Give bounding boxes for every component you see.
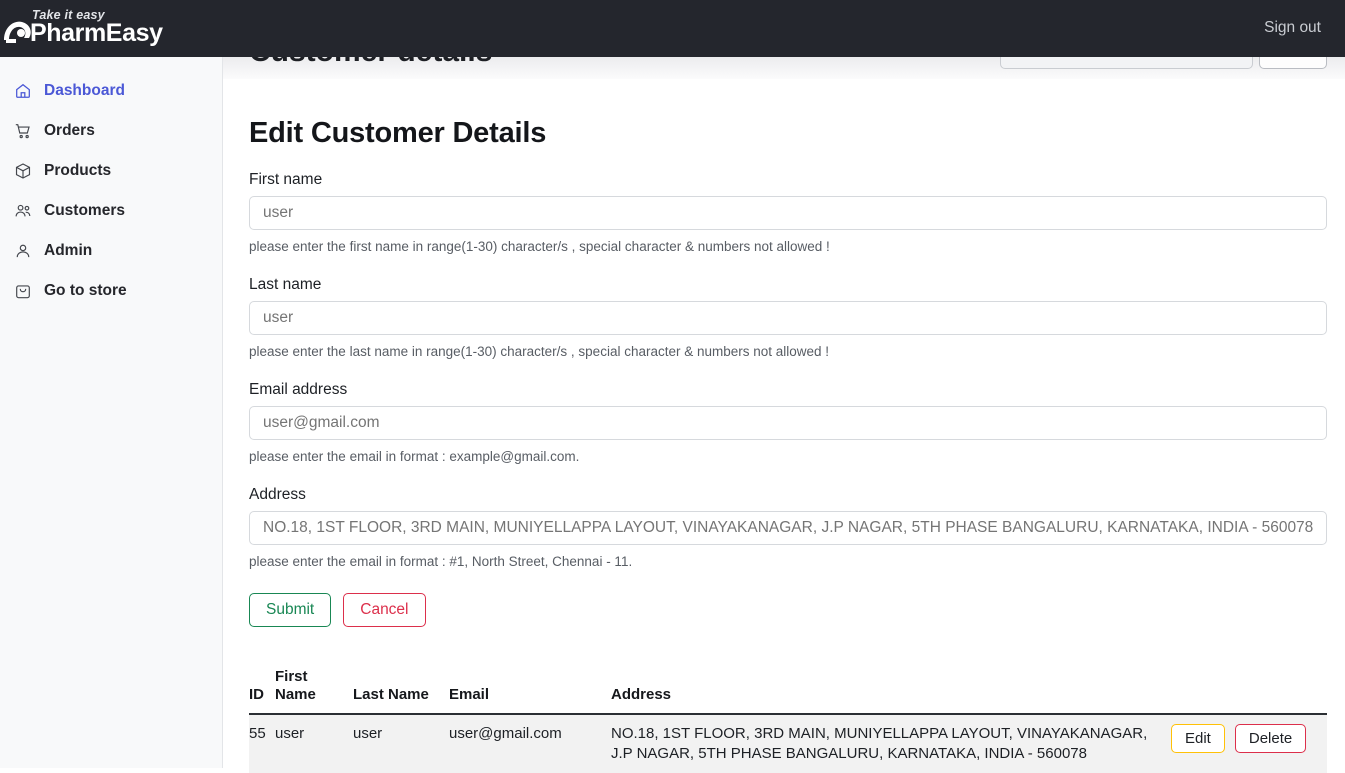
cell-actions: Edit Delete [1171, 713, 1327, 773]
form-title: Edit Customer Details [249, 117, 547, 149]
page-title: Customer details [249, 57, 492, 69]
field-label: Email address [249, 381, 348, 398]
field-address: Address please enter the email in format… [249, 486, 1327, 569]
column-header-last-name: Last Name [353, 668, 449, 715]
column-header-actions [1171, 668, 1327, 715]
cell-first-name: user [275, 713, 353, 773]
sidebar-item-customers[interactable]: Customers [0, 191, 222, 231]
sidebar-item-label: Dashboard [44, 82, 125, 99]
sidebar-item-go-to-store[interactable]: Go to store [0, 271, 222, 311]
column-header-email: Email [449, 668, 611, 715]
home-icon [16, 83, 30, 98]
sidebar-item-admin[interactable]: Admin [0, 231, 222, 271]
table-header-row: ID First Name Last Name Email Address [249, 668, 1327, 715]
field-label: Last name [249, 276, 322, 293]
field-last-name: Last name please enter the last name in … [249, 276, 1327, 359]
sidebar-item-label: Orders [44, 122, 95, 139]
sidebar-item-label: Admin [44, 242, 93, 259]
field-label: First name [249, 171, 323, 188]
form-actions: Submit Cancel [249, 593, 1327, 627]
email-input[interactable] [249, 406, 1327, 440]
brand-logo[interactable]: Take it easy PharmEasy [0, 0, 260, 57]
sidebar-item-dashboard[interactable]: Dashboard [0, 71, 222, 111]
field-email-address: Email address please enter the email in … [249, 381, 1327, 464]
field-label: Address [249, 486, 306, 503]
sidebar-item-label: Products [44, 162, 112, 179]
sidebar-item-label: Customers [44, 202, 125, 219]
edit-button[interactable]: Edit [1171, 723, 1225, 753]
field-help-text: please enter the email in format : #1, N… [249, 554, 633, 569]
top-header-bar: Take it easy PharmEasy Sign out [0, 0, 1345, 57]
search-button[interactable] [1259, 57, 1327, 69]
search-input[interactable] [1000, 57, 1253, 69]
cell-email: user@gmail.com [449, 713, 611, 773]
cancel-button[interactable]: Cancel [343, 593, 426, 627]
field-first-name: First name please enter the first name i… [249, 171, 1327, 254]
first-name-input[interactable] [249, 196, 1327, 230]
cell-last-name: user [353, 713, 449, 773]
column-header-address: Address [611, 668, 1171, 715]
users-icon [15, 204, 31, 217]
address-input[interactable] [249, 511, 1327, 545]
submit-button[interactable]: Submit [249, 593, 332, 627]
edit-customer-form: Edit Customer Details First name please … [249, 117, 1327, 627]
customers-table-wrap: ID First Name Last Name Email Address 55… [249, 668, 1327, 773]
field-help-text: please enter the last name in range(1-30… [249, 344, 830, 359]
box-icon [15, 163, 31, 179]
table-head: ID First Name Last Name Email Address [249, 668, 1327, 715]
cart-icon [15, 124, 30, 139]
sidebar-item-products[interactable]: Products [0, 151, 222, 191]
customers-table: ID First Name Last Name Email Address 55… [249, 668, 1327, 773]
cell-id: 55 [249, 713, 275, 773]
sidebar-item-label: Go to store [44, 282, 127, 299]
field-help-text: please enter the email in format : examp… [249, 449, 580, 464]
user-icon [16, 244, 30, 258]
delete-button[interactable]: Delete [1234, 723, 1307, 753]
bag-icon [16, 285, 30, 299]
field-help-text: please enter the first name in range(1-3… [249, 239, 830, 254]
table-row: 55 user user user@gmail.com NO.18, 1ST F… [249, 713, 1327, 773]
sidebar-item-orders[interactable]: Orders [0, 111, 222, 151]
last-name-input[interactable] [249, 301, 1327, 335]
column-header-first-name: First Name [275, 668, 353, 715]
sidebar-nav: Dashboard Orders Products Customers Admi… [0, 57, 223, 768]
row-action-buttons: Edit Delete [1171, 723, 1319, 753]
brand-name: PharmEasy [30, 19, 163, 47]
main-content: Customer details Edit Customer Details F… [223, 57, 1345, 768]
table-body: 55 user user user@gmail.com NO.18, 1ST F… [249, 713, 1327, 773]
column-header-id: ID [249, 668, 275, 715]
cell-address: NO.18, 1ST FLOOR, 3RD MAIN, MUNIYELLAPPA… [611, 713, 1171, 773]
sign-out-link[interactable]: Sign out [1264, 19, 1321, 37]
